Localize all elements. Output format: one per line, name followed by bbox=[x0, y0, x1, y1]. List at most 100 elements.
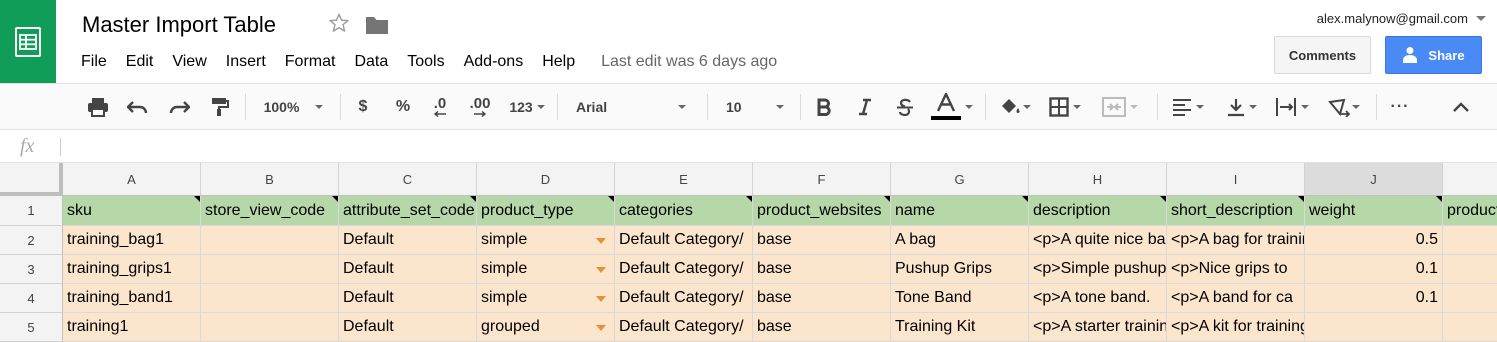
data-cell[interactable]: base bbox=[753, 284, 891, 313]
header-cell[interactable]: product_type bbox=[477, 196, 615, 226]
data-cell[interactable] bbox=[1443, 313, 1497, 342]
data-cell[interactable]: A bag bbox=[891, 226, 1029, 255]
data-cell[interactable]: Default Category/ bbox=[615, 255, 753, 284]
row-header-1[interactable]: 1 bbox=[0, 196, 63, 226]
column-header-a[interactable]: A bbox=[63, 163, 201, 196]
row-header-3[interactable]: 3 bbox=[0, 255, 63, 284]
dropdown-arrow-icon[interactable] bbox=[596, 325, 606, 331]
dropdown-arrow-icon[interactable] bbox=[596, 238, 606, 244]
column-header-h[interactable]: H bbox=[1029, 163, 1167, 196]
row-header-5[interactable]: 5 bbox=[0, 313, 63, 342]
data-cell[interactable] bbox=[201, 255, 339, 284]
zoom-select[interactable]: 100% bbox=[256, 93, 331, 121]
folder-icon[interactable] bbox=[365, 15, 389, 35]
header-cell[interactable]: store_view_code bbox=[201, 196, 339, 226]
vertical-align-button[interactable] bbox=[1220, 93, 1264, 121]
data-cell[interactable]: simple bbox=[477, 226, 615, 255]
column-header-partial[interactable] bbox=[1443, 163, 1497, 196]
currency-format-button[interactable]: $ bbox=[352, 93, 374, 121]
data-cell[interactable]: training_bag1 bbox=[63, 226, 201, 255]
menu-tools[interactable]: Tools bbox=[399, 50, 452, 74]
paint-format-icon[interactable] bbox=[207, 93, 233, 121]
menu-insert[interactable]: Insert bbox=[218, 50, 274, 74]
data-cell[interactable]: <p>A band for ca bbox=[1167, 284, 1305, 313]
data-cell[interactable]: <p>A bag for training bbox=[1167, 226, 1305, 255]
column-header-d[interactable]: D bbox=[477, 163, 615, 196]
collapse-menus-button[interactable] bbox=[1448, 93, 1474, 121]
data-cell[interactable] bbox=[201, 313, 339, 342]
text-rotation-button[interactable] bbox=[1322, 93, 1366, 121]
header-cell[interactable]: attribute_set_code bbox=[339, 196, 477, 226]
header-cell[interactable]: sku bbox=[63, 196, 201, 226]
data-cell[interactable]: <p>A tone band. bbox=[1029, 284, 1167, 313]
header-cell[interactable]: weight bbox=[1305, 196, 1443, 226]
menu-help[interactable]: Help bbox=[534, 50, 583, 74]
data-cell[interactable]: Default bbox=[339, 284, 477, 313]
data-cell[interactable] bbox=[201, 226, 339, 255]
data-cell[interactable]: base bbox=[753, 255, 891, 284]
percent-format-button[interactable]: % bbox=[392, 93, 414, 121]
data-cell[interactable]: Default bbox=[339, 313, 477, 342]
data-cell[interactable]: <p>Nice grips to bbox=[1167, 255, 1305, 284]
menu-file[interactable]: File bbox=[73, 50, 115, 74]
data-cell[interactable]: Training Kit bbox=[891, 313, 1029, 342]
column-header-b[interactable]: B bbox=[201, 163, 339, 196]
font-family-select[interactable]: Arial bbox=[570, 93, 692, 121]
increase-decimals-button[interactable]: .00 bbox=[465, 93, 495, 121]
header-cell[interactable]: product_websites bbox=[753, 196, 891, 226]
header-cell[interactable]: short_description bbox=[1167, 196, 1305, 226]
share-button[interactable]: Share bbox=[1385, 36, 1482, 74]
document-title[interactable]: Master Import Table bbox=[82, 12, 276, 38]
dropdown-arrow-icon[interactable] bbox=[596, 296, 606, 302]
formula-input[interactable] bbox=[70, 136, 1470, 156]
more-formats-button[interactable]: 123 bbox=[507, 93, 547, 121]
last-edit-link[interactable]: Last edit was 6 days ago bbox=[601, 50, 777, 74]
header-cell[interactable]: name bbox=[891, 196, 1029, 226]
data-cell[interactable]: <p>Simple pushup bbox=[1029, 255, 1167, 284]
data-cell[interactable]: base bbox=[753, 313, 891, 342]
dropdown-arrow-icon[interactable] bbox=[596, 267, 606, 273]
data-cell[interactable]: Default bbox=[339, 255, 477, 284]
data-cell[interactable]: Tone Band bbox=[891, 284, 1029, 313]
horizontal-align-button[interactable] bbox=[1166, 93, 1210, 121]
data-cell[interactable]: Default Category/ bbox=[615, 226, 753, 255]
comments-button[interactable]: Comments bbox=[1274, 36, 1371, 74]
header-cell[interactable]: description bbox=[1029, 196, 1167, 226]
account-menu[interactable]: alex.malynow@gmail.com bbox=[1317, 11, 1486, 26]
data-cell[interactable]: <p>A starter training bbox=[1029, 313, 1167, 342]
menu-view[interactable]: View bbox=[164, 50, 214, 74]
data-cell[interactable]: training_grips1 bbox=[63, 255, 201, 284]
data-cell[interactable]: Default bbox=[339, 226, 477, 255]
more-options-button[interactable]: ··· bbox=[1385, 93, 1415, 121]
data-cell[interactable]: simple bbox=[477, 284, 615, 313]
text-color-button[interactable] bbox=[928, 93, 976, 121]
column-header-f[interactable]: F bbox=[753, 163, 891, 196]
data-cell[interactable] bbox=[1443, 284, 1497, 313]
data-cell[interactable]: 0.5 bbox=[1305, 226, 1443, 255]
font-size-select[interactable]: 10 bbox=[720, 93, 790, 121]
row-header-4[interactable]: 4 bbox=[0, 284, 63, 313]
column-header-c[interactable]: C bbox=[339, 163, 477, 196]
data-cell[interactable]: Default Category/ bbox=[615, 284, 753, 313]
text-wrapping-button[interactable] bbox=[1270, 93, 1314, 121]
column-header-g[interactable]: G bbox=[891, 163, 1029, 196]
data-cell[interactable]: <p>A kit for training.</p> bbox=[1167, 313, 1305, 342]
data-cell[interactable] bbox=[1443, 255, 1497, 284]
data-cell[interactable]: training1 bbox=[63, 313, 201, 342]
data-cell[interactable]: 0.1 bbox=[1305, 284, 1443, 313]
data-cell[interactable] bbox=[201, 284, 339, 313]
menu-format[interactable]: Format bbox=[277, 50, 344, 74]
decrease-decimals-button[interactable]: .0 bbox=[427, 93, 453, 121]
data-cell[interactable]: Pushup Grips bbox=[891, 255, 1029, 284]
fill-color-button[interactable] bbox=[995, 93, 1035, 121]
menu-addons[interactable]: Add-ons bbox=[456, 50, 532, 74]
column-header-j[interactable]: J bbox=[1305, 163, 1443, 196]
strikethrough-button[interactable] bbox=[893, 93, 917, 121]
menu-edit[interactable]: Edit bbox=[118, 50, 162, 74]
row-header-2[interactable]: 2 bbox=[0, 226, 63, 255]
borders-button[interactable] bbox=[1045, 93, 1085, 121]
redo-icon[interactable] bbox=[166, 93, 192, 121]
undo-icon[interactable] bbox=[125, 93, 151, 121]
data-cell[interactable]: <p>A quite nice bag bbox=[1029, 226, 1167, 255]
data-cell[interactable] bbox=[1305, 313, 1443, 342]
